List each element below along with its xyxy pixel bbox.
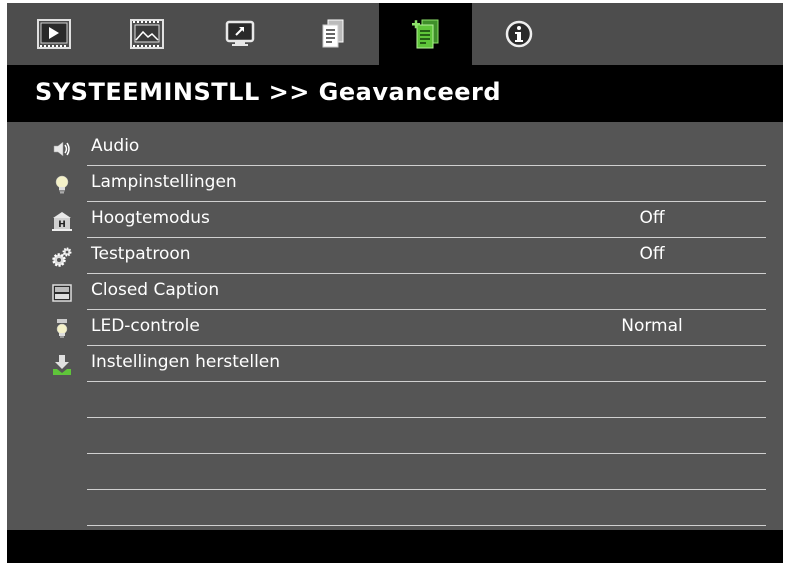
menu-item-label: Closed Caption — [91, 280, 220, 300]
speaker-icon — [51, 138, 73, 160]
menu-item-value: Normal — [621, 316, 683, 336]
menu-item-lamp-settings[interactable]: Lampinstellingen — [7, 166, 783, 202]
empty-row — [7, 418, 783, 454]
menu-item-audio[interactable]: Audio — [7, 130, 783, 166]
document-icon — [322, 19, 343, 48]
high-altitude-icon: H — [51, 210, 73, 232]
tab-image[interactable] — [100, 3, 193, 65]
tab-info[interactable] — [472, 3, 565, 65]
tab-system-settings[interactable] — [379, 3, 472, 65]
play-icon — [36, 19, 71, 49]
menu-item-label: Testpatroon — [91, 244, 191, 264]
led-bulb-icon — [51, 318, 73, 340]
info-icon — [505, 20, 532, 48]
menu-item-label: Lampinstellingen — [91, 172, 237, 192]
settings-list: Audio Lampinstellingen H Hoogtemodus Off… — [7, 122, 783, 530]
reset-download-icon — [51, 354, 73, 376]
row-separator — [87, 525, 766, 526]
menu-tab-bar — [7, 3, 783, 65]
menu-item-led-control[interactable]: LED-controle Normal — [7, 310, 783, 346]
menu-item-value: Off — [639, 244, 665, 264]
tab-play[interactable] — [7, 3, 100, 65]
lightbulb-icon — [51, 174, 73, 196]
title-bar: SYSTEEMINSTLL >> Geavanceerd — [7, 65, 783, 122]
svg-text:H: H — [58, 220, 66, 230]
page-title: SYSTEEMINSTLL >> Geavanceerd — [35, 78, 502, 106]
empty-row — [7, 382, 783, 418]
picture-icon — [129, 19, 164, 49]
tab-display[interactable] — [193, 3, 286, 65]
menu-item-high-altitude[interactable]: H Hoogtemodus Off — [7, 202, 783, 238]
menu-item-closed-caption[interactable]: Closed Caption — [7, 274, 783, 310]
menu-item-reset-settings[interactable]: Instellingen herstellen — [7, 346, 783, 382]
menu-item-label: Hoogtemodus — [91, 208, 210, 228]
projector-osd-menu: SYSTEEMINSTLL >> Geavanceerd Audio Lampi… — [7, 3, 783, 563]
menu-item-value: Off — [639, 208, 665, 228]
tab-setup[interactable] — [286, 3, 379, 65]
text-caption-icon — [51, 282, 73, 304]
menu-item-label: LED-controle — [91, 316, 200, 336]
menu-item-label: Instellingen herstellen — [91, 352, 281, 372]
empty-row — [7, 490, 783, 526]
menu-item-label: Audio — [91, 136, 140, 156]
menu-item-test-pattern[interactable]: Testpatroon Off — [7, 238, 783, 274]
footer-bar — [7, 530, 783, 563]
document-plus-icon — [411, 19, 438, 49]
empty-row — [7, 454, 783, 490]
gears-icon — [51, 246, 73, 268]
display-icon — [225, 20, 254, 46]
